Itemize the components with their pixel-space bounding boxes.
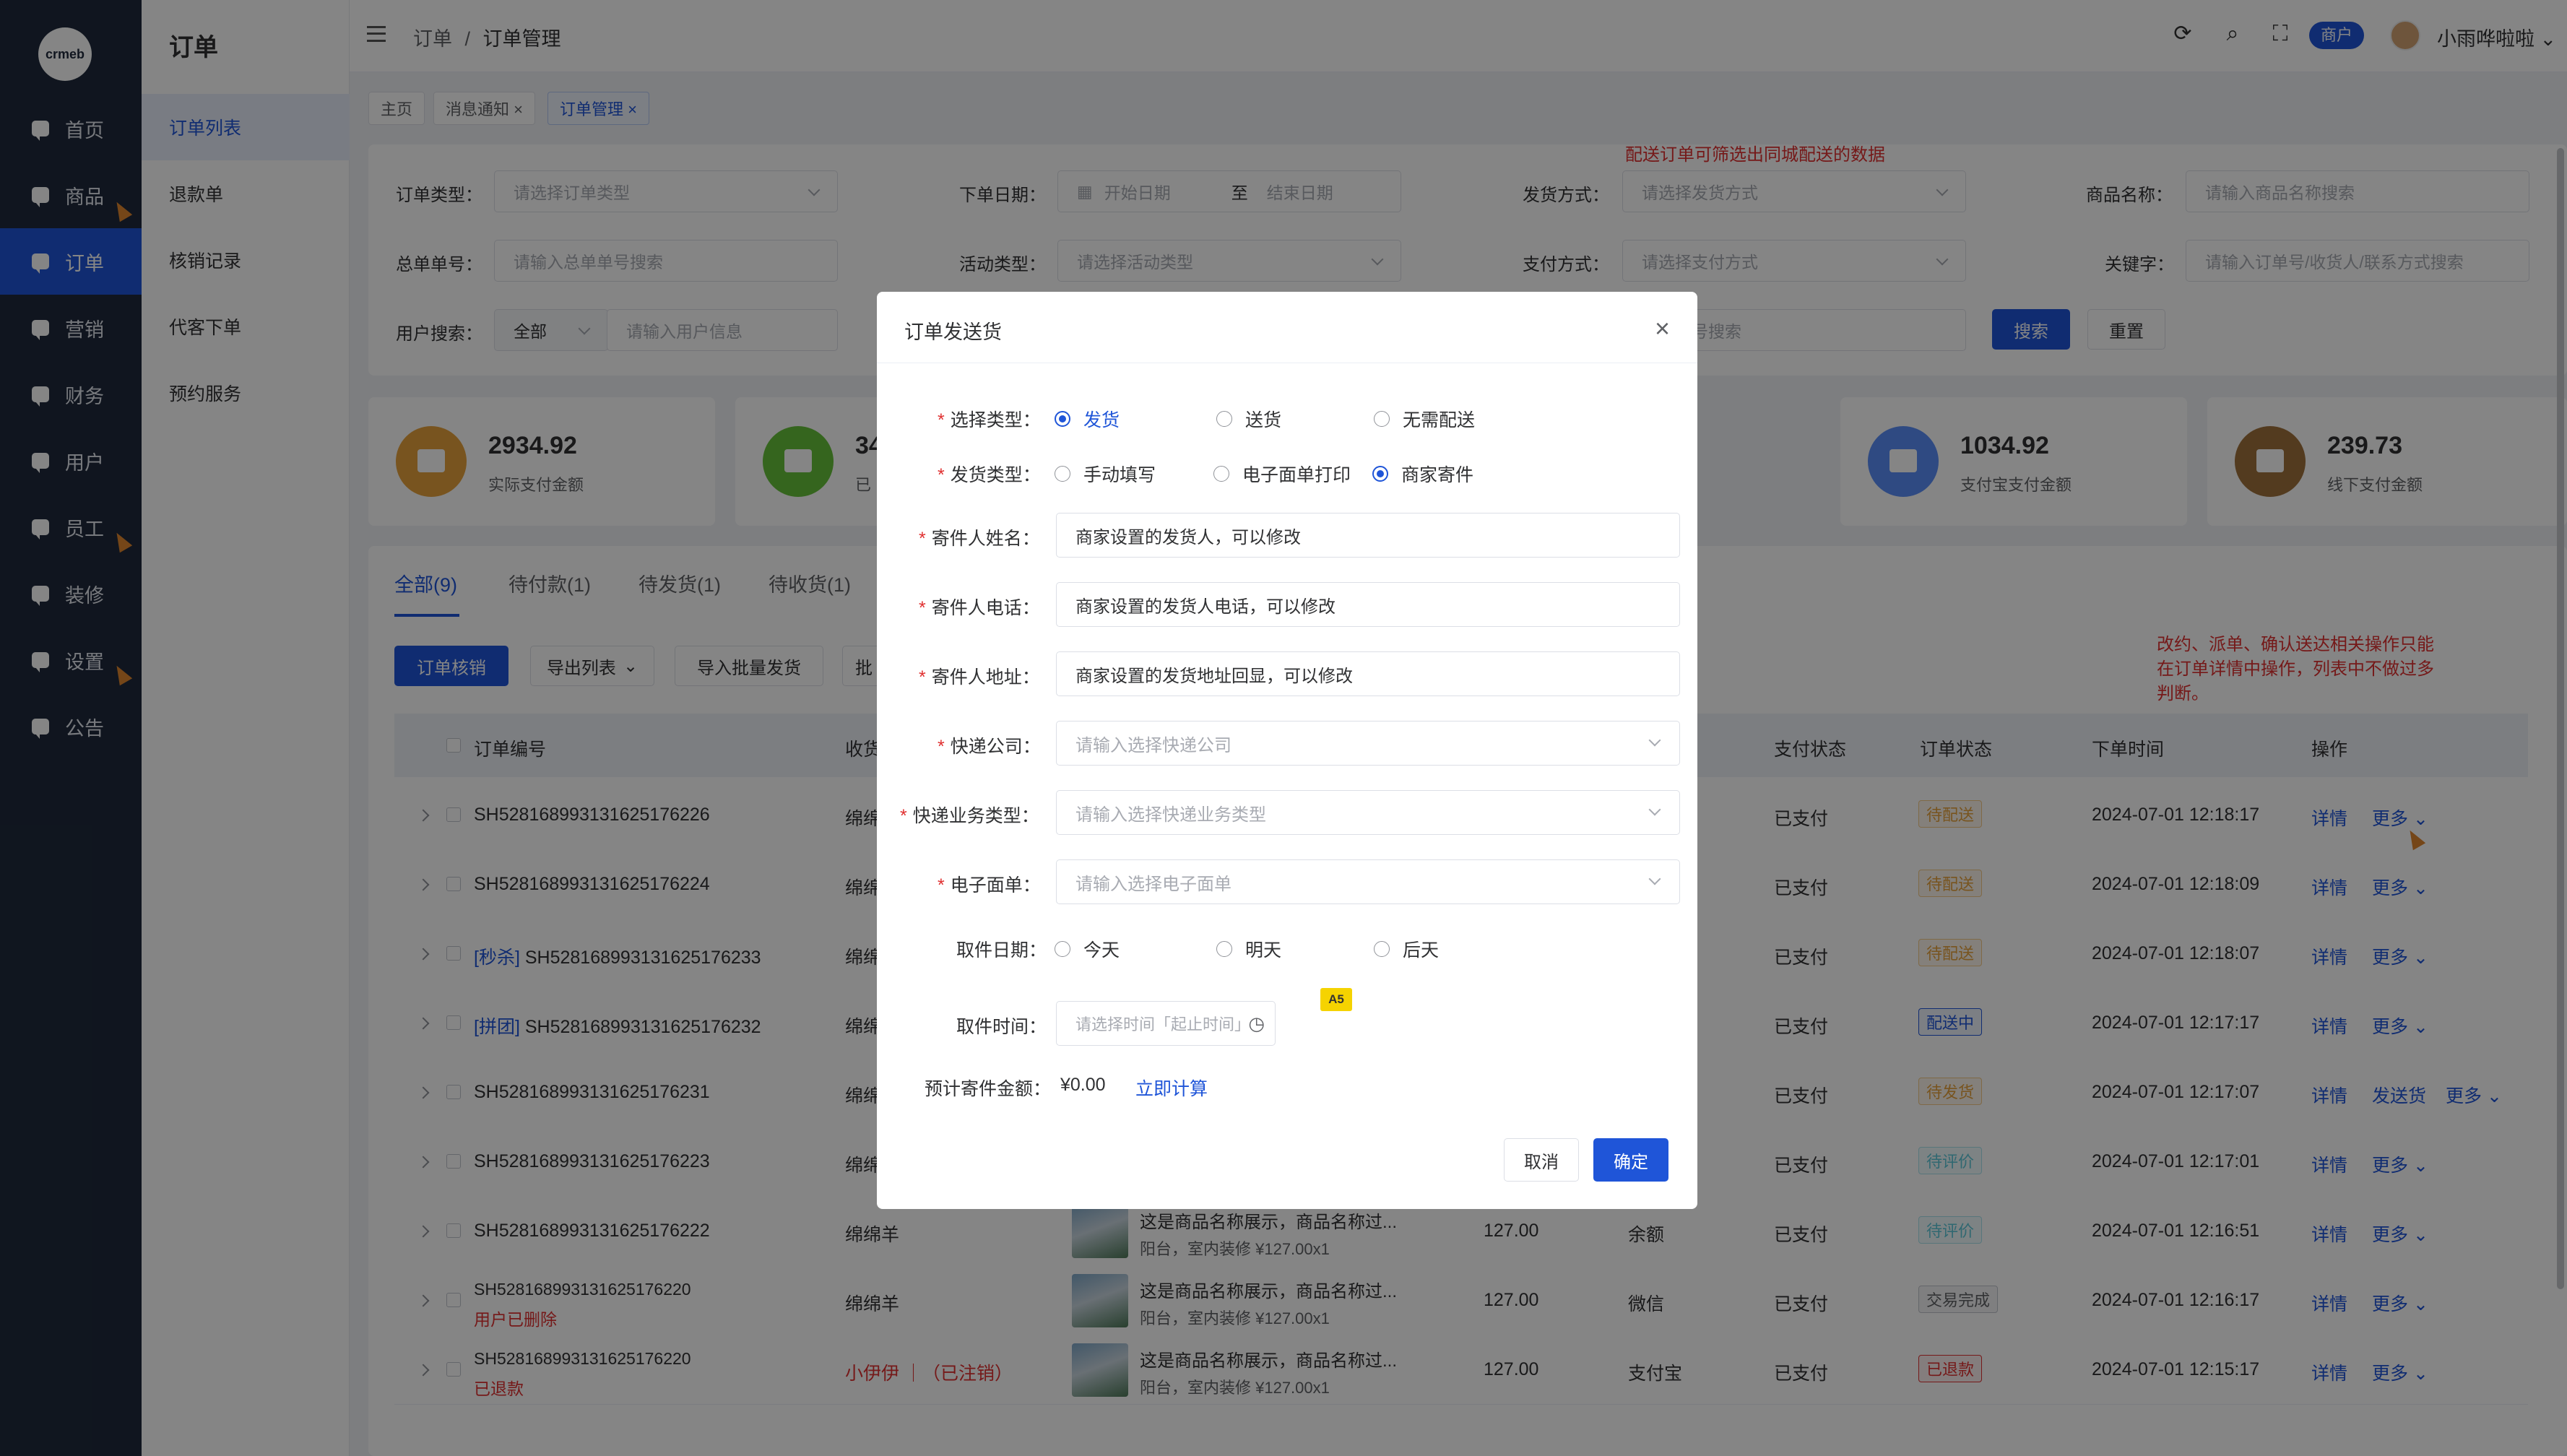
service-type-label: * 快递业务类型： xyxy=(900,806,1039,826)
waybill-text: 电子面单： xyxy=(950,875,1041,896)
chevron-down-icon xyxy=(1648,872,1661,885)
radio-deliver[interactable]: 送货 xyxy=(1216,406,1281,432)
radio-icon xyxy=(1216,941,1232,957)
radio-icon xyxy=(1374,941,1390,957)
radio-label: 无需配送 xyxy=(1403,410,1476,430)
radio-icon xyxy=(1374,411,1390,427)
estimate-value: ¥0.00 xyxy=(1060,1075,1106,1095)
service-type-text: 快递业务类型： xyxy=(912,806,1039,826)
sender-name-input[interactable]: 商家设置的发货人，可以修改 xyxy=(1056,513,1680,558)
radio-checked-icon xyxy=(1372,466,1388,482)
courier-placeholder: 请输入选择快递公司 xyxy=(1075,735,1231,755)
pickup-time-picker[interactable]: 请选择时间「起止时间」 ◷ xyxy=(1056,1001,1276,1046)
radio-label: 发货 xyxy=(1083,410,1120,430)
confirm-button[interactable]: 确定 xyxy=(1593,1138,1668,1182)
service-type-placeholder: 请输入选择快递业务类型 xyxy=(1075,805,1266,825)
sender-address-input[interactable]: 商家设置的发货地址回显，可以修改 xyxy=(1056,651,1680,696)
a5-size-badge: A5 xyxy=(1320,988,1352,1011)
radio-label: 手动填写 xyxy=(1083,465,1156,485)
cancel-button[interactable]: 取消 xyxy=(1504,1138,1579,1182)
radio-label: 商家寄件 xyxy=(1401,465,1474,485)
select-type-label: * 选择类型： xyxy=(938,410,1041,430)
chevron-down-icon xyxy=(1648,734,1661,747)
radio-today[interactable]: 今天 xyxy=(1055,936,1120,962)
sender-address-label: * 寄件人地址： xyxy=(919,667,1040,688)
ship-type-label: * 发货类型： xyxy=(938,465,1041,485)
radio-merchant-ship[interactable]: 商家寄件 xyxy=(1372,461,1473,487)
sender-address-text: 寄件人地址： xyxy=(931,667,1040,688)
close-icon[interactable]: × xyxy=(1655,316,1670,342)
radio-label: 今天 xyxy=(1083,940,1120,961)
sender-name-text: 寄件人姓名： xyxy=(931,529,1040,549)
courier-text: 快递公司： xyxy=(950,737,1041,757)
radio-icon xyxy=(1055,466,1070,482)
chevron-down-icon xyxy=(1648,803,1661,816)
modal-title: 订单发送货 xyxy=(904,321,1002,343)
ship-order-modal: 订单发送货 × * 选择类型： 发货 送货 无需配送 * 发货类型： 手动填写 电子… xyxy=(877,292,1697,1209)
pickup-date-label: 取件日期： xyxy=(956,940,1047,961)
waybill-select[interactable]: 请输入选择电子面单 xyxy=(1056,859,1680,904)
pickup-time-label: 取件时间： xyxy=(956,1017,1047,1037)
sender-phone-input[interactable]: 商家设置的发货人电话，可以修改 xyxy=(1056,582,1680,627)
calculate-now-link[interactable]: 立即计算 xyxy=(1135,1075,1208,1101)
courier-select[interactable]: 请输入选择快递公司 xyxy=(1056,721,1680,766)
radio-day-after[interactable]: 后天 xyxy=(1374,936,1439,962)
estimate-label: 预计寄件金额： xyxy=(925,1079,1052,1099)
radio-tomorrow[interactable]: 明天 xyxy=(1216,936,1281,962)
sender-name-label: * 寄件人姓名： xyxy=(919,529,1040,549)
service-type-select[interactable]: 请输入选择快递业务类型 xyxy=(1056,790,1680,835)
sender-phone-label: * 寄件人电话： xyxy=(919,598,1040,618)
radio-checked-icon xyxy=(1055,411,1070,427)
radio-icon xyxy=(1213,466,1229,482)
radio-no-delivery[interactable]: 无需配送 xyxy=(1374,406,1475,432)
radio-manual[interactable]: 手动填写 xyxy=(1055,461,1156,487)
pickup-time-placeholder: 请选择时间「起止时间」 xyxy=(1075,1015,1251,1034)
radio-label: 电子面单打印 xyxy=(1242,465,1351,485)
sender-phone-text: 寄件人电话： xyxy=(931,598,1040,618)
radio-label: 明天 xyxy=(1245,940,1282,961)
courier-label: * 快递公司： xyxy=(938,737,1041,757)
radio-icon xyxy=(1055,941,1070,957)
ship-type-text: 发货类型： xyxy=(950,465,1041,485)
clock-icon: ◷ xyxy=(1248,1012,1265,1034)
waybill-placeholder: 请输入选择电子面单 xyxy=(1075,874,1231,894)
waybill-label: * 电子面单： xyxy=(938,875,1041,896)
radio-ship[interactable]: 发货 xyxy=(1055,406,1120,432)
radio-label: 后天 xyxy=(1403,940,1440,961)
radio-e-waybill[interactable]: 电子面单打印 xyxy=(1213,461,1351,487)
select-type-text: 选择类型： xyxy=(950,410,1041,430)
radio-icon xyxy=(1216,411,1232,427)
radio-label: 送货 xyxy=(1245,410,1282,430)
